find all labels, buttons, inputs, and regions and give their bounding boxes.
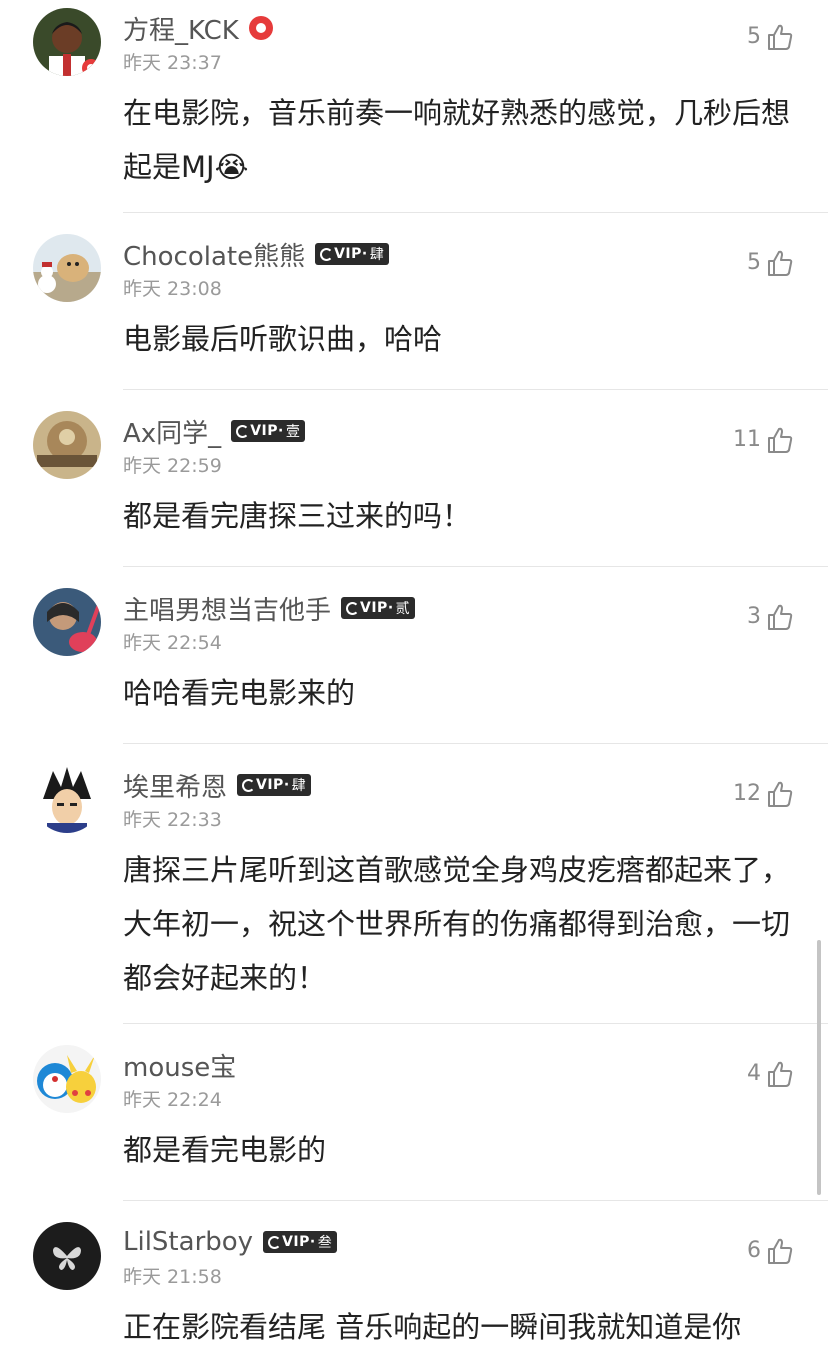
comment-item[interactable]: mouse宝 昨天 22:24 4 都是看完电影的 <box>0 1037 828 1201</box>
thumbs-up-icon <box>768 604 793 630</box>
vip-badge: VIP· 叁 <box>263 1231 338 1253</box>
comment-content: 哈哈看完电影来的 <box>123 676 356 710</box>
vip-level: 贰 <box>395 601 411 617</box>
like-button[interactable]: 5 <box>747 248 795 278</box>
vip-level: 叁 <box>317 1235 333 1251</box>
like-button[interactable]: 3 <box>747 602 795 632</box>
like-count: 3 <box>747 604 761 629</box>
like-button[interactable]: 11 <box>733 425 795 455</box>
vip-label: VIP· <box>250 423 284 439</box>
comment-item[interactable]: 方程_KCK 昨天 23:37 5 在电影院，音乐前奏一响就好熟悉的感觉，几秒后… <box>0 0 828 213</box>
like-button[interactable]: 5 <box>747 22 795 52</box>
username-text[interactable]: Chocolate熊熊 <box>123 236 305 273</box>
anime-character-avatar-icon[interactable] <box>33 765 101 833</box>
thumbs-up-icon <box>768 781 793 807</box>
scrollbar[interactable] <box>817 940 821 1195</box>
username[interactable]: Ax同学_ VIP· 壹 <box>123 413 306 450</box>
divider <box>123 1023 828 1024</box>
username[interactable]: 主唱男想当吉他手 VIP· 贰 <box>123 590 416 627</box>
vip-logo-icon <box>320 247 334 261</box>
comment-time: 昨天 23:37 <box>123 52 222 74</box>
username-text[interactable]: 埃里希恩 <box>123 767 227 804</box>
comment-item[interactable]: Chocolate熊熊 VIP· 肆 昨天 23:08 5 电影最后听歌识曲，哈… <box>0 226 828 390</box>
comment-list-page: 方程_KCK 昨天 23:37 5 在电影院，音乐前奏一响就好熟悉的感觉，几秒后… <box>0 0 828 1361</box>
thumbs-up-icon <box>768 24 793 50</box>
comment-item[interactable]: LilStarboy VIP· 叁 昨天 21:58 6 正在影院看结尾 音乐响… <box>0 1214 828 1361</box>
butterfly-avatar-icon[interactable] <box>33 1222 101 1290</box>
comment-content: 都是看完唐探三过来的吗！ <box>123 499 472 533</box>
divider <box>123 212 828 213</box>
divider <box>123 566 828 567</box>
like-count: 11 <box>733 427 761 452</box>
music-record-icon <box>248 16 273 40</box>
vip-logo-icon <box>346 601 360 615</box>
comment-content: 电影最后听歌识曲，哈哈 <box>123 322 443 356</box>
thumbs-up-icon <box>768 1061 793 1087</box>
vip-label: VIP· <box>256 777 290 793</box>
comment-item[interactable]: 埃里希恩 VIP· 肆 昨天 22:33 12 唐探三片尾听到这首歌感觉全身鸡皮… <box>0 757 828 1024</box>
vip-label: VIP· <box>334 246 368 262</box>
like-button[interactable]: 6 <box>747 1236 795 1266</box>
like-count: 12 <box>733 781 761 806</box>
like-count: 6 <box>747 1238 761 1263</box>
divider <box>123 389 828 390</box>
vip-badge: VIP· 贰 <box>341 597 416 619</box>
comment-time: 昨天 23:08 <box>123 278 222 300</box>
comment-content: 正在影院看结尾 音乐响起的一瞬间我就知道是你 <box>123 1310 742 1344</box>
person-avatar-icon[interactable] <box>33 8 101 76</box>
comment-content: 唐探三片尾听到这首歌感觉全身鸡皮疙瘩都起来了，大年初一，祝这个世界所有的伤痛都得… <box>123 853 791 995</box>
comment-content: 在电影院，音乐前奏一响就好熟悉的感觉，几秒后想起是MJ😭 <box>123 96 791 184</box>
vip-label: VIP· <box>282 1234 316 1250</box>
thumbs-up-icon <box>768 250 793 276</box>
vintage-photo-avatar-icon[interactable] <box>33 411 101 479</box>
vip-badge: VIP· 壹 <box>231 420 306 442</box>
vip-level: 肆 <box>369 247 385 263</box>
cartoon-avatar-icon[interactable] <box>33 1045 101 1113</box>
like-button[interactable]: 12 <box>733 779 795 809</box>
username[interactable]: LilStarboy VIP· 叁 <box>123 1224 338 1260</box>
vip-label: VIP· <box>360 600 394 616</box>
comment-item[interactable]: 主唱男想当吉他手 VIP· 贰 昨天 22:54 3 哈哈看完电影来的 <box>0 580 828 744</box>
username-text[interactable]: LilStarboy <box>123 1227 253 1257</box>
divider <box>123 743 828 744</box>
comment-content: 都是看完电影的 <box>123 1133 327 1167</box>
comment-time: 昨天 21:58 <box>123 1266 222 1288</box>
vip-level: 壹 <box>285 424 301 440</box>
vip-badge: VIP· 肆 <box>315 243 390 265</box>
username-text[interactable]: 方程_KCK <box>123 10 239 47</box>
username[interactable]: mouse宝 <box>123 1047 236 1083</box>
comment-time: 昨天 22:54 <box>123 632 222 654</box>
username[interactable]: 埃里希恩 VIP· 肆 <box>123 767 312 804</box>
comment-time: 昨天 22:24 <box>123 1089 222 1111</box>
divider <box>123 1200 828 1201</box>
comment-time: 昨天 22:33 <box>123 809 222 831</box>
vip-level: 肆 <box>291 778 307 794</box>
vip-logo-icon <box>236 424 250 438</box>
comment-item[interactable]: Ax同学_ VIP· 壹 昨天 22:59 11 都是看完唐探三过来的吗！ <box>0 403 828 567</box>
username[interactable]: Chocolate熊熊 VIP· 肆 <box>123 236 390 273</box>
vip-logo-icon <box>268 1235 282 1249</box>
dog-snowman-avatar-icon[interactable] <box>33 234 101 302</box>
vip-badge: VIP· 肆 <box>237 774 312 796</box>
username-text[interactable]: mouse宝 <box>123 1047 236 1084</box>
username-text[interactable]: Ax同学_ <box>123 413 221 450</box>
vip-logo-icon <box>242 778 256 792</box>
comment-time: 昨天 22:59 <box>123 455 222 477</box>
like-button[interactable]: 4 <box>747 1059 795 1089</box>
guitar-avatar-icon[interactable] <box>33 588 101 656</box>
like-count: 4 <box>747 1061 761 1086</box>
thumbs-up-icon <box>768 1238 793 1264</box>
username-text[interactable]: 主唱男想当吉他手 <box>123 590 331 627</box>
thumbs-up-icon <box>768 427 793 453</box>
like-count: 5 <box>747 24 761 49</box>
like-count: 5 <box>747 250 761 275</box>
username[interactable]: 方程_KCK <box>123 10 273 46</box>
